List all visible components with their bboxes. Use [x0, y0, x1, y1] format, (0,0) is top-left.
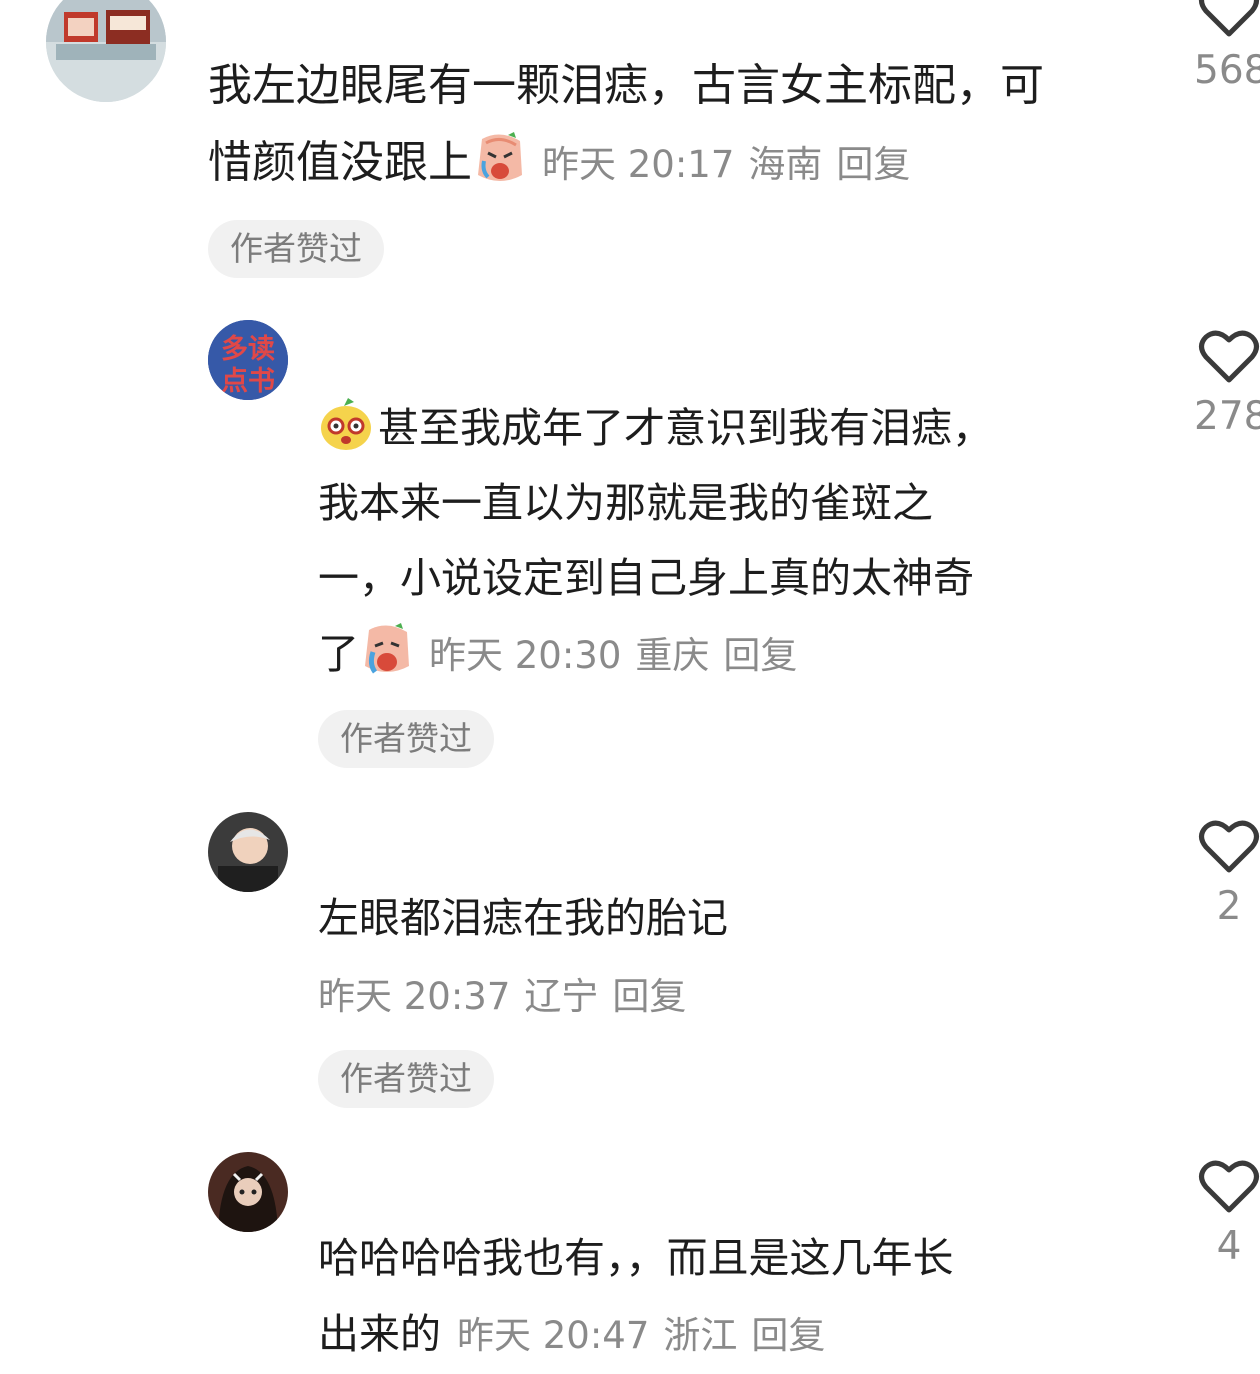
author-liked-badge: 作者赞过 — [208, 220, 384, 278]
heart-icon — [1194, 818, 1260, 874]
comment-location: 浙江 — [663, 1314, 738, 1357]
heart-icon — [1194, 0, 1260, 38]
comment-text-line: 哈哈哈哈我也有，，而且是这几年长 — [318, 1234, 954, 1282]
svg-text:点书: 点书 — [221, 366, 275, 397]
avatar[interactable] — [208, 812, 288, 892]
comment-location: 重庆 — [635, 634, 710, 677]
comment-timestamp: 昨天 20:47 — [457, 1314, 650, 1357]
comment-text-first-line: 甚至我成年了才意识到我有泪痣， — [318, 390, 993, 466]
like-count: 4 — [1216, 1224, 1242, 1269]
avatar[interactable]: 多读 点书 — [208, 320, 288, 400]
crying-face-emoji-icon — [359, 622, 415, 678]
author-liked-badge: 作者赞过 — [318, 710, 494, 768]
reply-button[interactable]: 回复 — [723, 634, 797, 677]
comment-timestamp: 昨天 20:30 — [429, 634, 622, 677]
comment-text-line: 出来的 — [318, 1310, 441, 1358]
crying-face-emoji-icon — [472, 131, 528, 187]
heart-icon — [1194, 328, 1260, 384]
comment-text-line: 了 — [318, 630, 359, 678]
like-count: 568 — [1194, 48, 1260, 93]
heart-icon — [1194, 1158, 1260, 1214]
comment-text-last-line: 惜颜值没跟上 昨天 20:17 海南 回复 — [208, 125, 910, 203]
comment-location: 辽宁 — [524, 975, 599, 1018]
like-button[interactable]: 278 — [1194, 328, 1260, 439]
like-button[interactable]: 2 — [1194, 818, 1260, 929]
comment-text-line: 甚至我成年了才意识到我有泪痣， — [378, 404, 993, 452]
comment-text-last-line: 了 昨天 20:30 重庆 回复 — [318, 616, 797, 694]
comment-text-line: 左眼都泪痣在我的胎记 — [318, 894, 728, 942]
comment-text-line: 一，小说设定到自己身上真的太神奇 — [318, 554, 974, 602]
reply-button[interactable]: 回复 — [751, 1314, 825, 1357]
comment-text-line: 惜颜值没跟上 — [208, 137, 472, 188]
comment-text-last-line: 出来的 昨天 20:47 浙江 回复 — [318, 1296, 825, 1374]
surprised-face-emoji-icon — [318, 396, 374, 452]
author-liked-badge: 作者赞过 — [318, 1050, 494, 1108]
comment-meta-line: 昨天 20:37 辽宁 回复 — [318, 957, 686, 1035]
like-button[interactable]: 4 — [1194, 1158, 1260, 1269]
avatar-text: 多读 — [221, 334, 275, 365]
comment-text-line: 我左边眼尾有一颗泪痣，古言女主标配，可 — [208, 60, 1044, 111]
comment-text-line: 我本来一直以为那就是我的雀斑之 — [318, 479, 933, 527]
comment-location: 海南 — [748, 143, 823, 186]
like-count: 2 — [1216, 884, 1242, 929]
like-button[interactable]: 568 — [1194, 0, 1260, 93]
avatar[interactable] — [208, 1152, 288, 1232]
reply-button[interactable]: 回复 — [836, 143, 910, 186]
comment-timestamp: 昨天 20:17 — [542, 143, 735, 186]
reply-button[interactable]: 回复 — [612, 975, 686, 1018]
avatar[interactable] — [46, 0, 166, 102]
comment-timestamp: 昨天 20:37 — [318, 975, 511, 1018]
like-count: 278 — [1194, 394, 1260, 439]
